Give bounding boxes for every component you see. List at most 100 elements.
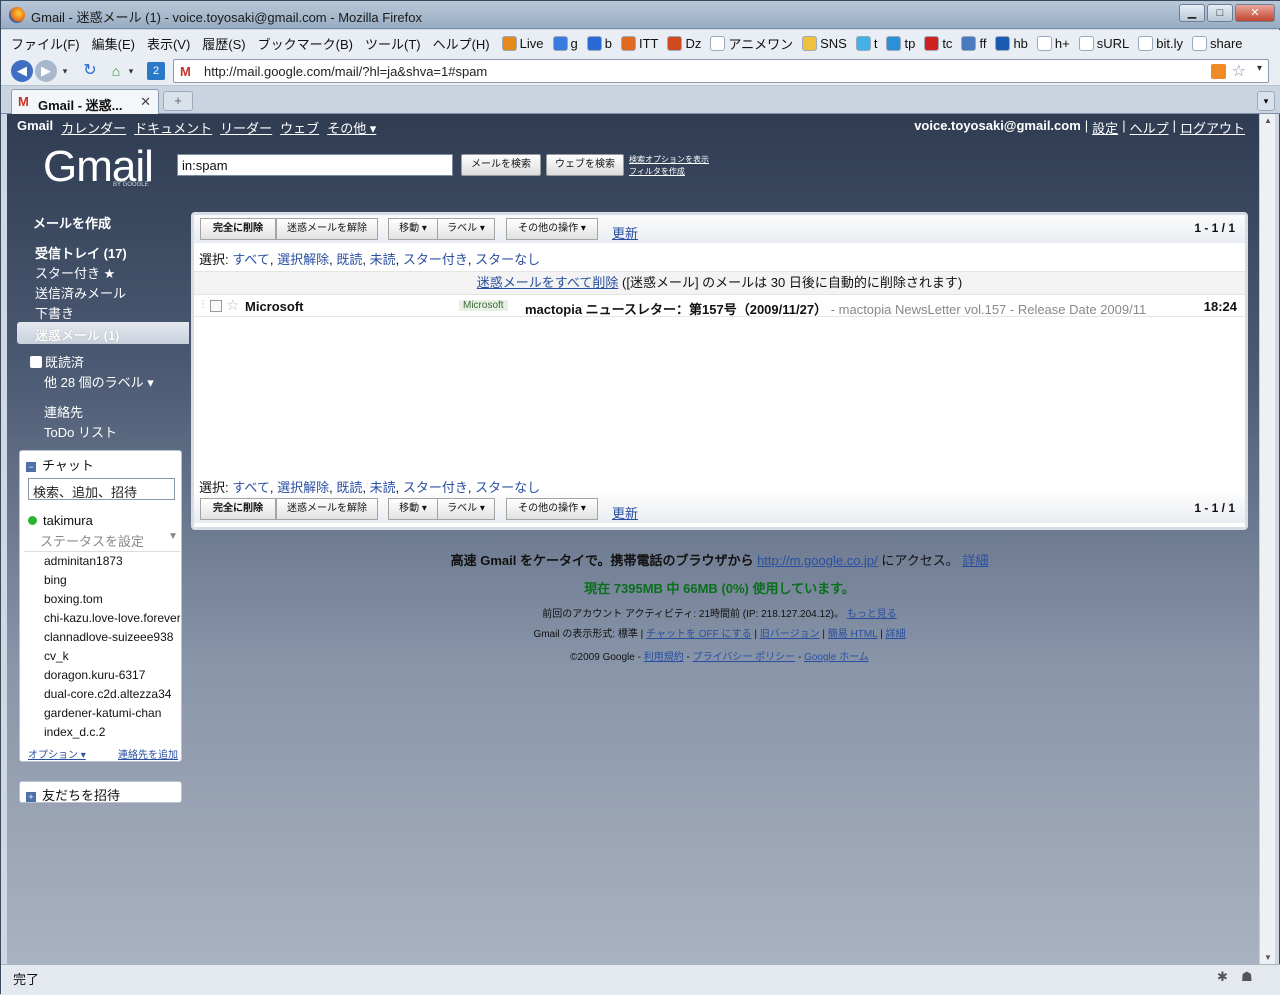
bookmark-5[interactable]: アニメワン	[710, 34, 793, 53]
label-button[interactable]: ラベル ▾	[437, 498, 495, 520]
select-read-link[interactable]: 既読	[336, 480, 362, 495]
search-mail-button[interactable]: メールを検索	[461, 154, 541, 176]
search-web-button[interactable]: ウェブを検索	[546, 154, 624, 176]
list-item[interactable]: index_d.c.2	[44, 725, 180, 739]
bookmark-14[interactable]: bit.ly	[1138, 35, 1183, 51]
bookmark-7[interactable]: t	[855, 35, 877, 51]
tab-gmail[interactable]: M Gmail - 迷惑... ✕	[11, 89, 159, 114]
invite-panel[interactable]: + 友だちを招待	[19, 781, 182, 803]
addon-icon[interactable]: 2	[147, 62, 165, 80]
menu-view[interactable]: 表示(V)	[147, 34, 190, 53]
basic-html-link[interactable]: 簡易 HTML	[828, 629, 878, 640]
list-item[interactable]: dual-core.c2d.altezza34	[44, 687, 180, 701]
bookmark-star-icon[interactable]: ☆	[1232, 61, 1246, 81]
contacts-link[interactable]: 連絡先	[44, 402, 83, 421]
menu-help[interactable]: ヘルプ(H)	[433, 34, 490, 53]
select-none-link[interactable]: 選択解除	[277, 252, 329, 267]
bookmark-4[interactable]: Dz	[667, 35, 701, 51]
delete-forever-button[interactable]: 完全に削除	[200, 218, 276, 240]
menu-edit[interactable]: 編集(E)	[92, 34, 135, 53]
chat-off-link[interactable]: チャットを OFF にする	[646, 629, 752, 640]
addon-status-icon[interactable]: ✱	[1217, 969, 1233, 985]
bookmark-13[interactable]: sURL	[1078, 35, 1129, 51]
url-bar[interactable]: M http://mail.google.com/mail/?hl=ja&shv…	[173, 59, 1269, 83]
reload-icon[interactable]: ↻	[79, 60, 101, 82]
old-version-link[interactable]: 旧バージョン	[760, 629, 820, 640]
terms-link[interactable]: 利用規約	[644, 652, 684, 663]
list-item[interactable]: adminitan1873	[44, 554, 180, 568]
menu-file[interactable]: ファイル(F)	[11, 34, 80, 53]
bookmark-11[interactable]: hb	[995, 35, 1028, 51]
not-spam-button[interactable]: 迷惑メールを解除	[276, 498, 378, 520]
move-button[interactable]: 移動 ▾	[388, 218, 438, 240]
select-starred-link[interactable]: スター付き	[403, 252, 468, 267]
delete-forever-button[interactable]: 完全に削除	[200, 498, 276, 520]
create-filter-link[interactable]: フィルタを作成	[629, 166, 709, 178]
privacy-link[interactable]: プライバシー ポリシー	[693, 652, 796, 663]
refresh-link[interactable]: 更新	[612, 503, 638, 522]
not-spam-button[interactable]: 迷惑メールを解除	[276, 218, 378, 240]
tab-close-icon[interactable]: ✕	[140, 94, 151, 110]
nav-gmail[interactable]: Gmail	[17, 118, 53, 137]
refresh-link[interactable]: 更新	[612, 223, 638, 242]
label-button[interactable]: ラベル ▾	[437, 218, 495, 240]
rss-feed-icon[interactable]	[1211, 64, 1226, 79]
select-unread-link[interactable]: 未読	[370, 252, 396, 267]
select-all-link[interactable]: すべて	[232, 252, 270, 267]
menu-bookmarks[interactable]: ブックマーク(B)	[258, 34, 353, 53]
mobile-details-link[interactable]: 詳細	[962, 553, 988, 568]
list-item[interactable]: bing	[44, 573, 180, 587]
google-home-link[interactable]: Google ホーム	[804, 652, 869, 663]
history-dropdown-icon[interactable]: ▾	[59, 60, 71, 82]
bookmark-8[interactable]: tp	[886, 35, 915, 51]
mobile-link[interactable]: http://m.google.co.jp/	[757, 553, 878, 568]
select-all-link[interactable]: すべて	[232, 480, 270, 495]
vertical-scrollbar[interactable]: ▲ ▼	[1259, 114, 1275, 964]
search-options-link[interactable]: 検索オプションを表示	[629, 154, 709, 166]
chat-self[interactable]: takimura	[28, 513, 93, 528]
menu-tools[interactable]: ツール(T)	[365, 34, 421, 53]
minimize-button[interactable]: ▁	[1179, 4, 1205, 22]
select-unread-link[interactable]: 未読	[370, 480, 396, 495]
list-item[interactable]: gardener-katumi-chan	[44, 706, 180, 720]
collapse-icon[interactable]: −	[26, 462, 36, 472]
help-link[interactable]: ヘルプ	[1130, 118, 1169, 137]
activity-more-link[interactable]: もっと見る	[847, 609, 897, 620]
sidebar-item-spam[interactable]: 迷惑メール (1)	[17, 322, 189, 344]
more-actions-button[interactable]: その他の操作 ▾	[506, 218, 598, 240]
delete-all-spam-link[interactable]: 迷惑メールをすべて削除	[477, 275, 619, 290]
maximize-button[interactable]: □	[1207, 4, 1233, 22]
bookmark-0[interactable]: Live	[501, 35, 544, 51]
bookmark-1[interactable]: g	[552, 35, 578, 51]
move-button[interactable]: 移動 ▾	[388, 498, 438, 520]
todo-link[interactable]: ToDo リスト	[44, 422, 117, 441]
star-icon[interactable]: ☆	[226, 296, 239, 314]
select-unstarred-link[interactable]: スターなし	[475, 252, 540, 267]
bug-status-icon[interactable]: ☗	[1241, 969, 1257, 985]
url-text[interactable]: http://mail.google.com/mail/?hl=ja&shva=…	[204, 64, 487, 79]
logout-link[interactable]: ログアウト	[1180, 118, 1245, 137]
list-item[interactable]: clannadlove-suizeee938	[44, 630, 180, 644]
url-dropdown-icon[interactable]: ▾	[1257, 63, 1262, 74]
expand-icon[interactable]: +	[26, 792, 36, 802]
back-button[interactable]: ◀	[11, 60, 33, 82]
settings-link[interactable]: 設定	[1092, 118, 1118, 137]
menu-history[interactable]: 履歴(S)	[202, 34, 245, 53]
nav-more[interactable]: その他 ▾	[327, 118, 376, 137]
search-input[interactable]: in:spam	[177, 154, 453, 176]
tab-list-icon[interactable]: ▾	[1257, 91, 1275, 111]
select-starred-link[interactable]: スター付き	[403, 480, 468, 495]
select-unstarred-link[interactable]: スターなし	[475, 480, 540, 495]
sidebar-item-read-label[interactable]: 既読済	[30, 352, 84, 371]
new-tab-button[interactable]: +	[163, 91, 193, 111]
list-item[interactable]: boxing.tom	[44, 592, 180, 606]
chat-header[interactable]: − チャット	[26, 455, 94, 474]
select-read-link[interactable]: 既読	[336, 252, 362, 267]
compose-link[interactable]: メールを作成	[33, 213, 111, 232]
sidebar-item-drafts[interactable]: 下書き	[35, 303, 74, 322]
bookmark-15[interactable]: share	[1191, 35, 1243, 51]
chat-search-input[interactable]: 検索、追加、招待	[28, 478, 175, 500]
select-none-link[interactable]: 選択解除	[277, 480, 329, 495]
home-icon[interactable]: ⌂	[105, 60, 127, 82]
scroll-up-icon[interactable]: ▲	[1262, 116, 1274, 125]
